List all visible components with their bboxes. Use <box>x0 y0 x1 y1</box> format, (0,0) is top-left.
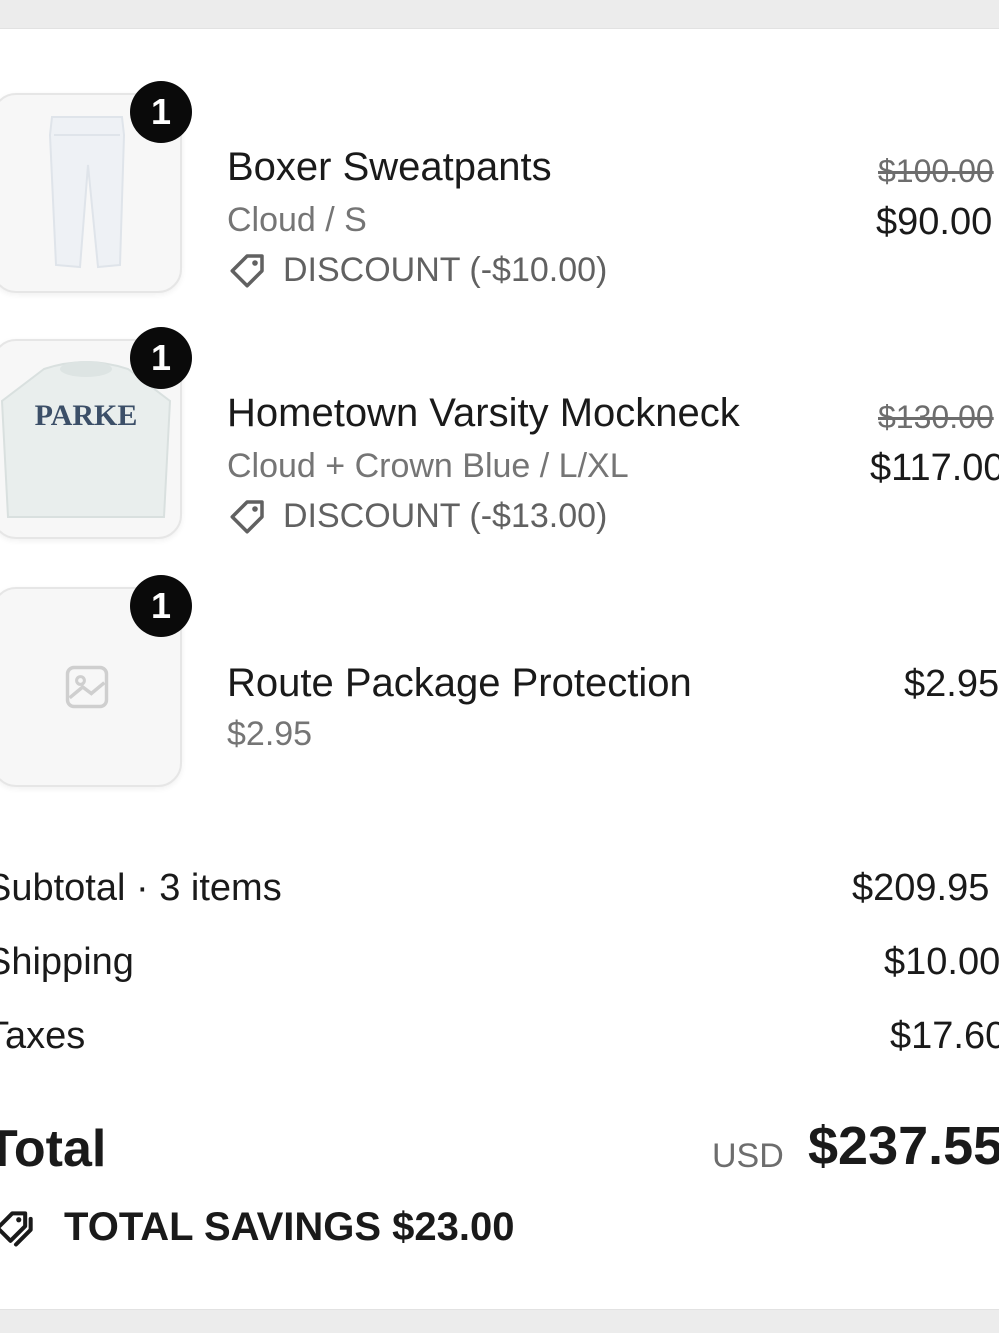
product-variant: $2.95 <box>227 715 313 753</box>
product-name: Hometown Varsity Mockneck <box>227 391 740 435</box>
product-name: Boxer Sweatpants <box>227 145 552 189</box>
sweatshirt-print: PARKE <box>35 399 138 432</box>
order-summary-panel: 1 Boxer Sweatpants Cloud / S DISCOUNT (-… <box>0 28 999 1310</box>
quantity-badge: 1 <box>130 575 192 637</box>
tag-icon <box>230 254 264 288</box>
line-item: 1 Route Package Protection $2.95 $2.95 <box>0 575 999 807</box>
tags-icon <box>0 1210 33 1247</box>
product-variant: Cloud / S <box>227 201 367 239</box>
total-label: Total <box>0 1120 107 1178</box>
subtotal-row: Subtotal · 3 items $209.95 <box>0 867 999 917</box>
subtotal-value: $209.95 <box>852 867 990 909</box>
currency-code: USD <box>712 1137 784 1175</box>
line-price: $2.95 <box>904 663 999 705</box>
shipping-row: Shipping $10.00 <box>0 941 999 991</box>
original-price: $130.00 <box>878 399 994 435</box>
taxes-row: Taxes $17.60 <box>0 1015 999 1065</box>
product-variant: Cloud + Crown Blue / L/XL <box>227 447 629 485</box>
subtotal-label: Subtotal · 3 items <box>0 867 282 909</box>
discount-line: DISCOUNT (-$10.00) <box>227 249 607 291</box>
discount-line: DISCOUNT (-$13.00) <box>227 495 607 537</box>
line-price: $117.00 <box>870 447 999 489</box>
discount-label: DISCOUNT (-$10.00) <box>283 250 608 289</box>
tag-icon <box>230 500 264 534</box>
total-savings: TOTAL SAVINGS $23.00 <box>0 1205 515 1250</box>
total-savings-label: TOTAL SAVINGS $23.00 <box>64 1205 515 1249</box>
line-item: PARKE 1 Hometown Varsity Mockneck Cloud … <box>0 327 999 559</box>
line-price: $90.00 <box>876 201 993 243</box>
shipping-label: Shipping <box>0 941 134 983</box>
original-price: $100.00 <box>878 153 994 189</box>
taxes-label: Taxes <box>0 1015 86 1057</box>
shipping-value: $10.00 <box>884 941 999 983</box>
total-value: $237.55 <box>808 1116 999 1176</box>
product-name: Route Package Protection <box>227 661 692 705</box>
quantity-badge: 1 <box>130 81 192 143</box>
line-item: 1 Boxer Sweatpants Cloud / S DISCOUNT (-… <box>0 81 999 313</box>
quantity-badge: 1 <box>130 327 192 389</box>
image-placeholder-icon <box>65 665 109 709</box>
taxes-value: $17.60 <box>890 1015 999 1057</box>
discount-label: DISCOUNT (-$13.00) <box>283 496 608 535</box>
